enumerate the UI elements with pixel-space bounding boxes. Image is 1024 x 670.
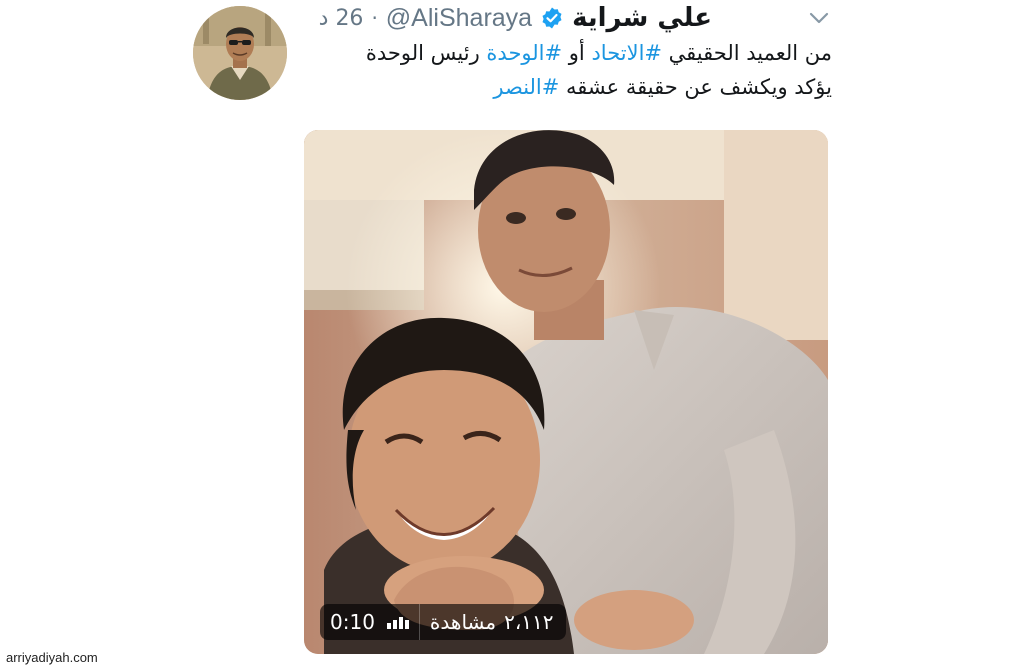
views-label: مشاهدة xyxy=(429,610,497,634)
tweet-text-line-1: من العميد الحقيقي #الاتحاد أو #الوحدة رئ… xyxy=(272,36,832,70)
video-duration: 0:10 xyxy=(330,610,375,634)
view-count: ٢،١١٢ xyxy=(504,610,554,634)
video-duration-badge: 0:10 xyxy=(320,604,419,640)
audio-bars-icon xyxy=(386,615,409,629)
text-segment: من العميد الحقيقي xyxy=(662,41,832,65)
video-player[interactable]: 0:10 ٢،١١٢ مشاهدة xyxy=(304,130,828,654)
tweet-header: علي شراية @AliSharaya · 26 د xyxy=(319,0,712,36)
text-segment: رئيس الوحدة xyxy=(365,41,487,65)
user-handle[interactable]: @AliSharaya xyxy=(386,4,532,33)
tweet-timestamp[interactable]: 26 د xyxy=(319,6,364,31)
text-segment: يؤكد ويكشف عن حقيقة عشقه xyxy=(559,75,832,99)
source-watermark: arriyadiyah.com xyxy=(6,650,98,665)
separator-dot: · xyxy=(371,6,378,30)
tweet-text-line-2: يؤكد ويكشف عن حقيقة عشقه #النصر xyxy=(272,70,832,104)
video-thumbnail xyxy=(304,130,828,654)
hashtag-link[interactable]: #النصر xyxy=(493,75,559,99)
tweet-page: علي شراية @AliSharaya · 26 د من العميد ا… xyxy=(0,0,1024,670)
display-name[interactable]: علي شراية xyxy=(572,3,712,33)
verified-badge-icon xyxy=(542,7,562,29)
hashtag-link[interactable]: #الوحدة xyxy=(486,41,562,65)
tweet-text: من العميد الحقيقي #الاتحاد أو #الوحدة رئ… xyxy=(272,36,832,104)
text-segment: أو xyxy=(562,41,592,65)
hashtag-link[interactable]: #الاتحاد xyxy=(591,41,662,65)
chevron-down-icon[interactable] xyxy=(808,10,830,26)
video-views-badge: ٢،١١٢ مشاهدة xyxy=(418,604,566,640)
video-info-overlay: 0:10 ٢،١١٢ مشاهدة xyxy=(320,604,566,640)
